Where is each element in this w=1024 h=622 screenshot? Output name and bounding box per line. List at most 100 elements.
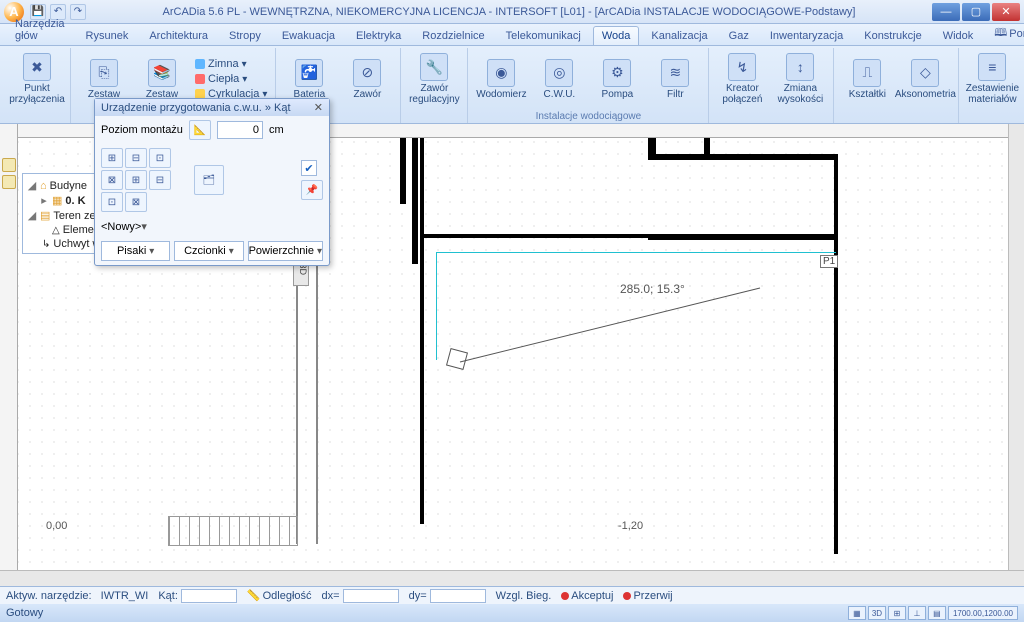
tab-inventory[interactable]: Inwentaryzacja	[761, 26, 852, 45]
meter-button[interactable]: ◉Wodomierz	[474, 50, 528, 108]
level-label: Poziom montażu	[101, 124, 183, 136]
tab-electrical[interactable]: Elektryka	[347, 26, 410, 45]
insertion-panel[interactable]: Urządzenie przygotowania c.w.u. » Kąt✕ P…	[94, 98, 330, 266]
dy-label: dy=	[409, 590, 427, 602]
status-ortho-icon[interactable]: ⊥	[908, 606, 926, 620]
vertical-scrollbar[interactable]	[1008, 124, 1024, 570]
reg-valve-button[interactable]: 🔧Zawór regulacyjny	[407, 50, 461, 108]
connection-point-button[interactable]: ✖Punkt przyłączenia	[10, 50, 64, 108]
cwu-icon: ◎	[545, 59, 573, 87]
snap-3-icon[interactable]: ⊡	[149, 148, 171, 168]
tab-gas[interactable]: Gaz	[720, 26, 758, 45]
left-toolbar	[2, 158, 18, 189]
snap-2-icon[interactable]: ⊟	[125, 148, 147, 168]
tab-tools[interactable]: Narzędzia głów	[6, 14, 74, 45]
tab-floors[interactable]: Stropy	[220, 26, 270, 45]
set-a-icon: ⎘	[90, 59, 118, 87]
bom-button[interactable]: ≡Zestawienie materiałów	[965, 50, 1019, 108]
title-bar: A 💾 ↶ ↷ ArCADia 5.6 PL - WEWNĘTRZNA, NIE…	[0, 0, 1024, 24]
minimize-button[interactable]: —	[932, 3, 960, 21]
pin-button[interactable]: 📌	[301, 180, 323, 200]
folder-icon[interactable]	[2, 175, 16, 189]
hot-pipe[interactable]: Ciepła ▾	[193, 72, 269, 86]
tab-sewage[interactable]: Kanalizacja	[642, 26, 716, 45]
relative-toggle[interactable]: Wzgl. Bieg.	[496, 590, 552, 602]
pump-button[interactable]: ⚙Pompa	[590, 50, 644, 108]
level-unit: cm	[269, 124, 284, 136]
cold-swatch-icon	[195, 59, 205, 69]
vertical-ruler	[0, 124, 18, 586]
tab-switchboards[interactable]: Rozdzielnice	[413, 26, 493, 45]
angle-label: Kąt:	[158, 590, 178, 602]
snap-8-icon[interactable]: ⊠	[125, 192, 147, 212]
fittings-button[interactable]: ⎍Kształtki	[840, 50, 894, 108]
house-icon[interactable]	[2, 158, 16, 172]
angle-input[interactable]	[181, 589, 237, 603]
level-picker-icon[interactable]: 📐	[189, 120, 211, 140]
wizard-icon: ↯	[728, 53, 756, 81]
tab-constructions[interactable]: Konstrukcje	[855, 26, 930, 45]
style-combo[interactable]: <Nowy>	[101, 220, 323, 233]
tab-telecom[interactable]: Telekomunikacj	[497, 26, 590, 45]
close-button[interactable]: ✕	[992, 3, 1020, 21]
help-menu[interactable]: 🕮 Pomoc▾	[988, 22, 1024, 45]
snap-7-icon[interactable]: ⊡	[101, 192, 123, 212]
pens-combo[interactable]: Pisaki	[101, 241, 170, 261]
cold-pipe[interactable]: Zimna ▾	[193, 57, 269, 71]
tab-evacuation[interactable]: Ewakuacja	[273, 26, 344, 45]
snap-4-icon[interactable]: ⊠	[101, 170, 123, 190]
snap-5-icon[interactable]: ⊞	[125, 170, 147, 190]
panel-close-icon[interactable]: ✕	[314, 101, 323, 114]
maximize-button[interactable]: ▢	[962, 3, 990, 21]
height-button[interactable]: ↕Zmiana wysokości	[773, 50, 827, 108]
ribbon-group-label: Instalacje wodociągowe	[474, 110, 702, 123]
connection-point-icon: ✖	[23, 53, 51, 81]
pipe-types: Zimna ▾ Ciepła ▾ Cyrkulacja ▾	[193, 57, 269, 101]
dx-input[interactable]	[343, 589, 399, 603]
cancel-button[interactable]: Przerwij	[623, 590, 672, 602]
leader-line-icon	[460, 288, 770, 368]
command-bar: Aktyw. narzędzie: IWTR_WI Kąt: 📏Odległoś…	[0, 586, 1024, 604]
hot-swatch-icon	[195, 74, 205, 84]
axonometry-icon: ◇	[911, 59, 939, 87]
status-layers-icon[interactable]: ▤	[928, 606, 946, 620]
horizontal-scrollbar[interactable]	[0, 570, 1024, 586]
active-tool-label: Aktyw. narzędzie:	[6, 590, 92, 602]
tree-terrain[interactable]: Teren ze	[53, 210, 95, 222]
cwu-button[interactable]: ◎C.W.U.	[532, 50, 586, 108]
tree-storey[interactable]: 0. K	[65, 195, 85, 207]
snap-1-icon[interactable]: ⊞	[101, 148, 123, 168]
tree-building[interactable]: Budyne	[50, 180, 87, 192]
tab-view[interactable]: Widok	[934, 26, 983, 45]
tab-architecture[interactable]: Architektura	[140, 26, 217, 45]
dy-input[interactable]	[430, 589, 486, 603]
tab-drawing[interactable]: Rysunek	[77, 26, 138, 45]
status-coords: 1700.00,1200.00	[948, 606, 1018, 620]
set-b-icon: 📚	[148, 59, 176, 87]
ruler-x-value: 0,00	[46, 520, 67, 532]
status-grid-icon[interactable]: ▦	[848, 606, 866, 620]
library-button[interactable]: 🗂	[194, 165, 224, 195]
axonometry-button[interactable]: ◇Aksonometria	[898, 50, 952, 108]
ribbon-tabs: Narzędzia głów Rysunek Architektura Stro…	[0, 24, 1024, 46]
surfaces-combo[interactable]: Powierzchnie	[248, 241, 323, 261]
valve-button[interactable]: ⊘Zawór	[340, 50, 394, 108]
window-title: ArCADia 5.6 PL - WEWNĘTRZNA, NIEKOMERCYJ…	[86, 6, 932, 18]
snap-6-icon[interactable]: ⊟	[149, 170, 171, 190]
fonts-combo[interactable]: Czcionki	[174, 241, 243, 261]
level-input[interactable]	[217, 121, 263, 139]
enabled-checkbox[interactable]: ✔	[301, 160, 317, 176]
accept-button[interactable]: Akceptuj	[561, 590, 613, 602]
valve-icon: ⊘	[353, 59, 381, 87]
active-tool-name: IWTR_WI	[101, 590, 149, 602]
status-snap-icon[interactable]: ⊞	[888, 606, 906, 620]
status-bar: Gotowy ▦ 3D ⊞ ⊥ ▤ 1700.00,1200.00	[0, 604, 1024, 622]
bom-icon: ≡	[978, 53, 1006, 81]
tab-water[interactable]: Woda	[593, 26, 640, 45]
measurement-readout: 285.0; 15.3°	[620, 282, 685, 296]
distance-button[interactable]: 📏Odległość	[247, 589, 312, 602]
filter-button[interactable]: ≋Filtr	[648, 50, 702, 108]
wizard-button[interactable]: ↯Kreator połączeń	[715, 50, 769, 108]
pump-icon: ⚙	[603, 59, 631, 87]
status-3d-icon[interactable]: 3D	[868, 606, 886, 620]
